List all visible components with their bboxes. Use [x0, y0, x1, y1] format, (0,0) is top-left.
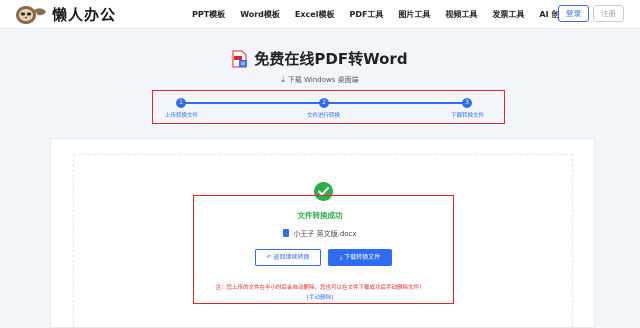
nav-item-invoice-tools[interactable]: 发票工具	[492, 9, 524, 20]
step-2-label: 文件进行转换	[307, 113, 341, 119]
main-nav: PPT模板 Word模板 Excel模板 PDF工具 图片工具 视频工具 发票工…	[192, 9, 582, 20]
login-button[interactable]: 登录	[558, 5, 589, 22]
register-button[interactable]: 注册	[593, 5, 624, 22]
pdf-to-word-icon: W	[232, 50, 248, 67]
nav-item-pdf-tools[interactable]: PDF工具	[349, 9, 383, 20]
step-3-label: 下载转换文件	[451, 113, 485, 119]
svg-text:W: W	[241, 61, 246, 67]
desktop-download-label: 下载 Windows 桌面端	[287, 76, 359, 84]
download-icon: ⤓	[281, 75, 285, 84]
page-title: 免费在线PDF转Word	[254, 50, 408, 68]
top-header: 懒人办公 PPT模板 Word模板 Excel模板 PDF工具 图片工具 视频工…	[0, 0, 640, 29]
page-title-area: W 免费在线PDF转Word	[0, 48, 640, 72]
nav-item-image-tools[interactable]: 图片工具	[398, 9, 430, 20]
nav-item-video-tools[interactable]: 视频工具	[445, 9, 477, 20]
step-1-label: 上传转换文件	[165, 113, 199, 119]
nav-item-word[interactable]: Word模板	[240, 9, 280, 20]
step-3-dot: 3	[462, 98, 472, 108]
desktop-download-link[interactable]: ⤓ 下载 Windows 桌面端	[0, 75, 640, 85]
nav-item-ppt[interactable]: PPT模板	[192, 9, 225, 20]
nav-item-excel[interactable]: Excel模板	[295, 9, 335, 20]
sloth-logo-icon	[16, 6, 46, 24]
step-2-dot: 2	[319, 98, 329, 108]
step-1-dot: 1	[176, 98, 186, 108]
brand-name: 懒人办公	[52, 5, 117, 24]
result-highlight-box	[193, 195, 454, 304]
brand-logo[interactable]: 懒人办公	[14, 2, 116, 26]
